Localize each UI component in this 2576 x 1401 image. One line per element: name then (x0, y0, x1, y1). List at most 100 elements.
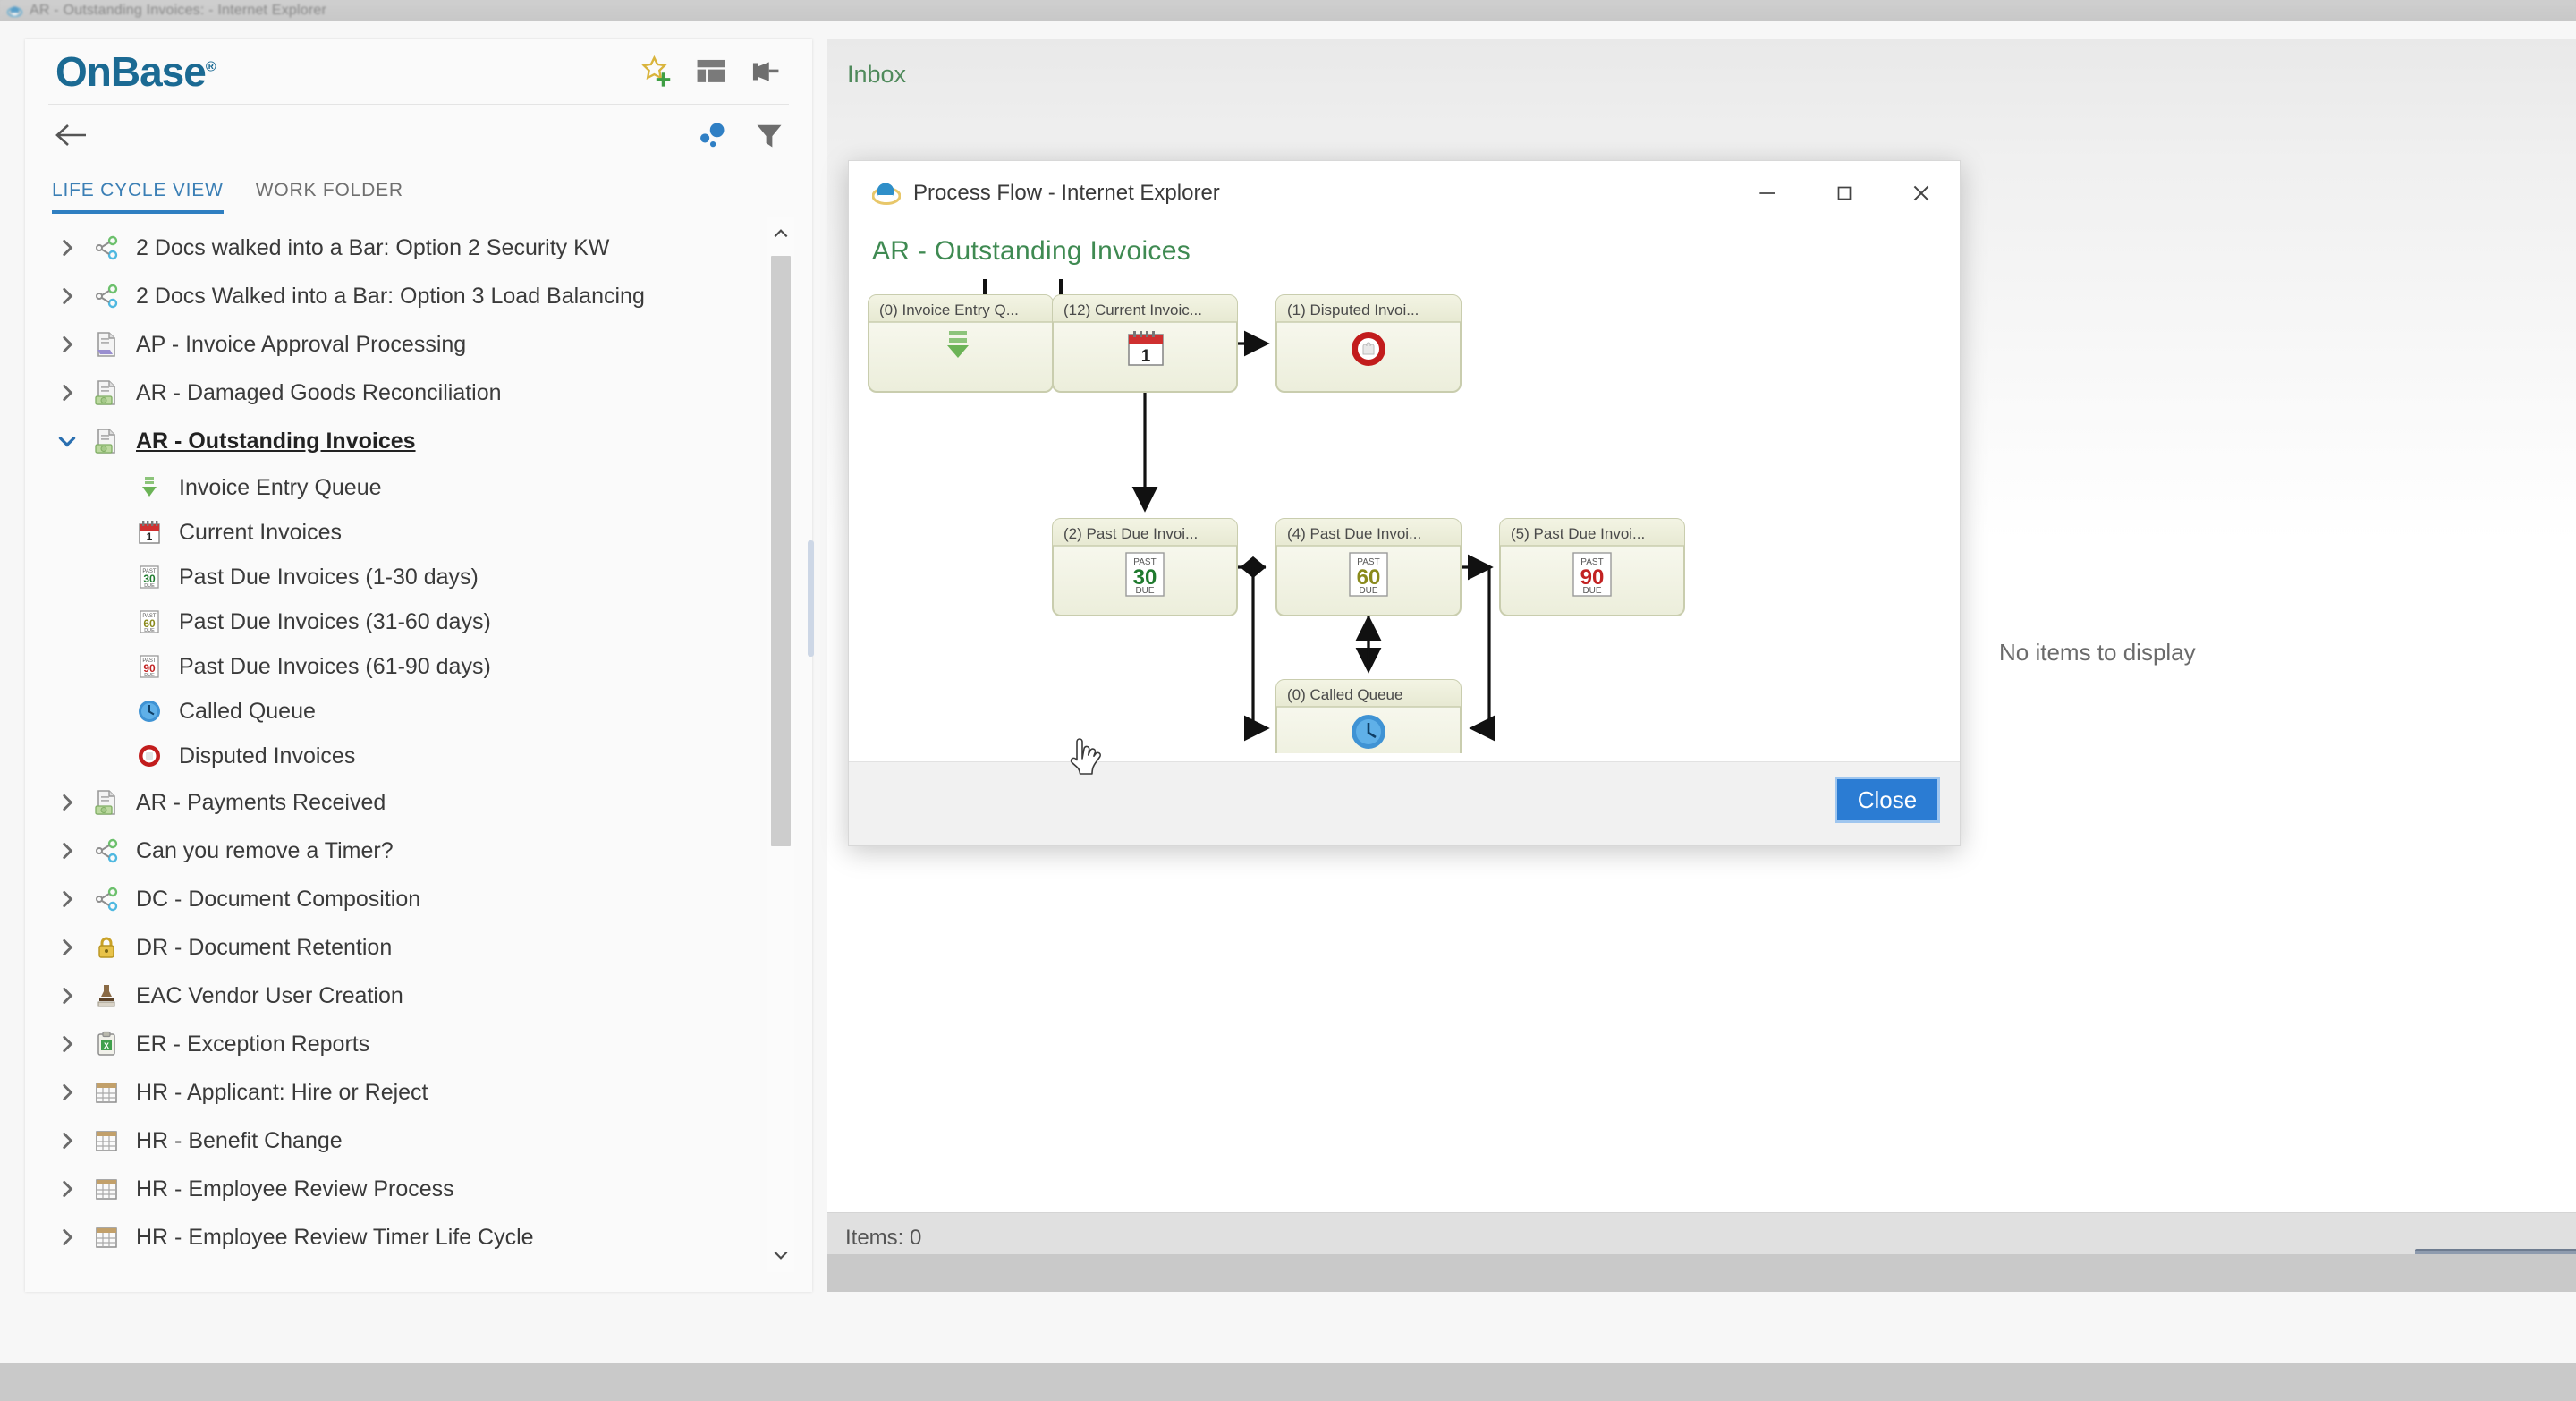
chevron-right-icon (63, 794, 73, 811)
add-favorite-icon[interactable] (640, 55, 674, 89)
scroll-up-arrow[interactable] (767, 220, 794, 247)
flow-node-past-due-60[interactable]: (4) Past Due Invoi... PAST 60 DUE (1275, 518, 1462, 616)
onbase-logo: OnBase® (55, 51, 216, 92)
sidebar-tabs: LIFE CYCLE VIEW WORK FOLDER (25, 166, 812, 214)
chevron-right-icon[interactable] (54, 886, 80, 913)
chevron-right-icon[interactable] (54, 379, 80, 406)
tree-item-2-docs-walked-into-a-bar-option-3-load-balancing[interactable]: 2 Docs Walked into a Bar: Option 3 Load … (25, 272, 758, 320)
panel-splitter[interactable] (808, 540, 814, 657)
chevron-right-icon[interactable] (54, 283, 80, 310)
past-due-60-icon: PAST 60 DUE (134, 607, 165, 637)
tree-item-past-due-invoices-61-90-days[interactable]: PAST 90 DUE Past Due Invoices (61-90 days) (25, 644, 758, 689)
flow-node-label: (0) Invoice Entry Q... (879, 301, 1019, 318)
close-button[interactable]: Close (1835, 777, 1940, 823)
tree-item-hr-employee-review-timer-life-cycle[interactable]: HR - Employee Review Timer Life Cycle (25, 1213, 758, 1261)
screen-root: AR - Outstanding Invoices: - Internet Ex… (0, 0, 2576, 1401)
tree-item-invoice-entry-queue[interactable]: Invoice Entry Queue (25, 465, 758, 510)
chevron-right-icon[interactable] (54, 1079, 80, 1106)
flow-node-past-due-30[interactable]: (2) Past Due Invoi... PAST 30 DUE (1052, 518, 1238, 616)
tree-item-label: Current Invoices (179, 519, 343, 545)
tree-scroll-thumb[interactable] (771, 256, 791, 846)
svg-text:X: X (104, 1041, 109, 1050)
dialog-body: AR - Outstanding Invoices (0) Invoice En… (849, 225, 1960, 762)
funnel-filter-icon[interactable] (753, 119, 785, 151)
tree-item-hr-employee-review-process[interactable]: HR - Employee Review Process (25, 1165, 758, 1213)
tree-item-past-due-invoices-1-30-days[interactable]: PAST 30 DUE Past Due Invoices (1-30 days) (25, 555, 758, 599)
chevron-right-icon[interactable] (54, 1031, 80, 1057)
tree-item-ar-payments-received[interactable]: AR - Payments Received (25, 778, 758, 827)
tree-item-current-invoices[interactable]: 1 Current Invoices (25, 510, 758, 555)
tab-life-cycle-view[interactable]: LIFE CYCLE VIEW (52, 180, 224, 214)
os-window-titlebar: AR - Outstanding Invoices: - Internet Ex… (0, 0, 2576, 21)
tree-item-label: HR - Benefit Change (136, 1127, 343, 1153)
tree-item-er-exception-reports[interactable]: X ER - Exception Reports (25, 1020, 758, 1068)
tree-item-label: DC - Document Composition (136, 886, 421, 912)
flow-node-invoice-entry-queue[interactable]: (0) Invoice Entry Q... (868, 294, 1054, 393)
window-bottom-strip (827, 1254, 2576, 1292)
maximize-button[interactable] (1806, 166, 1883, 221)
tree-item-label: EAC Vendor User Creation (136, 982, 403, 1008)
chevron-right-icon[interactable] (54, 934, 80, 961)
flow-node-label: (5) Past Due Invoi... (1511, 525, 1645, 542)
stop-hand-icon (134, 741, 165, 771)
green-down-arrow-icon (134, 472, 165, 503)
close-window-button[interactable] (1883, 166, 1960, 221)
tree-item-ar-outstanding-invoices[interactable]: AR - Outstanding Invoices (25, 417, 758, 465)
tree-item-dc-document-composition[interactable]: DC - Document Composition (25, 875, 758, 923)
tree-item-past-due-invoices-31-60-days[interactable]: PAST 60 DUE Past Due Invoices (31-60 days) (25, 599, 758, 644)
chevron-right-icon[interactable] (54, 1224, 80, 1251)
workflow-nodes-icon (91, 233, 122, 263)
workflow-nodes-icon (91, 836, 122, 866)
tree-item-label: AR - Outstanding Invoices (136, 428, 416, 454)
chevron-right-icon[interactable] (54, 837, 80, 864)
tab-work-folder[interactable]: WORK FOLDER (256, 180, 403, 214)
application-shell: OnBase® LIFE CYCLE VIEW WORK FOLDER 2 Do… (0, 21, 2576, 1363)
dialog-window-controls (1729, 166, 1960, 221)
grid-table-icon (91, 1222, 122, 1252)
chevron-right-icon[interactable] (54, 1176, 80, 1202)
flow-node-disputed-invoices[interactable]: (1) Disputed Invoi... (1275, 294, 1462, 393)
back-arrow-icon[interactable] (52, 119, 91, 151)
svg-text:DUE: DUE (144, 583, 155, 589)
minimize-button[interactable] (1729, 166, 1806, 221)
tree-item-can-you-remove-a-timer[interactable]: Can you remove a Timer? (25, 827, 758, 875)
chevron-right-icon[interactable] (54, 234, 80, 261)
tree-item-2-docs-walked-into-a-bar-option-2-security-kw[interactable]: 2 Docs walked into a Bar: Option 2 Secur… (25, 224, 758, 272)
tree-item-label: ER - Exception Reports (136, 1031, 370, 1057)
flow-node-called-queue[interactable]: (0) Called Queue (1275, 679, 1462, 753)
tree-item-called-queue[interactable]: Called Queue (25, 689, 758, 734)
left-panel: OnBase® LIFE CYCLE VIEW WORK FOLDER 2 Do… (25, 39, 812, 1292)
filter-by-cluster-icon[interactable] (696, 119, 728, 151)
dialog-footer: Close (849, 761, 1960, 845)
scroll-down-arrow[interactable] (767, 1242, 794, 1269)
chevron-right-icon[interactable] (54, 331, 80, 358)
flow-node-past-due-90[interactable]: (5) Past Due Invoi... PAST 90 DUE (1499, 518, 1685, 616)
chevron-right-icon[interactable] (54, 1127, 80, 1154)
chevron-right-icon[interactable] (54, 982, 80, 1009)
tree-item-hr-applicant-hire-or-reject[interactable]: HR - Applicant: Hire or Reject (25, 1068, 758, 1117)
tree-item-hr-benefit-change[interactable]: HR - Benefit Change (25, 1117, 758, 1165)
tree-scrollbar[interactable] (767, 217, 794, 1272)
svg-text:1: 1 (147, 531, 153, 543)
flow-node-current-invoices[interactable]: (12) Current Invoic... 1 (1052, 294, 1238, 393)
tree-item-ar-damaged-goods-reconciliation[interactable]: AR - Damaged Goods Reconciliation (25, 369, 758, 417)
clipboard-icon: X (91, 1029, 122, 1059)
clock-icon (134, 696, 165, 726)
chevron-down-icon[interactable] (54, 428, 80, 454)
pin-icon[interactable] (748, 55, 782, 89)
nav-row (25, 105, 812, 166)
tree-item-ap-invoice-approval-processing[interactable]: AP - Invoice Approval Processing (25, 320, 758, 369)
tree-item-dr-document-retention[interactable]: DR - Document Retention (25, 923, 758, 972)
brand-registered-mark: ® (205, 59, 216, 75)
flow-node-label: (2) Past Due Invoi... (1063, 525, 1198, 542)
lock-icon (91, 932, 122, 963)
dialog-heading: AR - Outstanding Invoices (872, 236, 1191, 266)
calendar-day-number: 1 (1141, 347, 1151, 366)
tree-item-label: AR - Payments Received (136, 789, 386, 815)
chevron-right-icon[interactable] (54, 789, 80, 816)
past-due-60-icon: PAST 60 DUE (1349, 552, 1388, 597)
tree-item-disputed-invoices[interactable]: Disputed Invoices (25, 734, 758, 778)
layout-icon[interactable] (694, 55, 728, 89)
tree-item-eac-vendor-user-creation[interactable]: EAC Vendor User Creation (25, 972, 758, 1020)
dialog-titlebar[interactable]: Process Flow - Internet Explorer (849, 161, 1960, 225)
